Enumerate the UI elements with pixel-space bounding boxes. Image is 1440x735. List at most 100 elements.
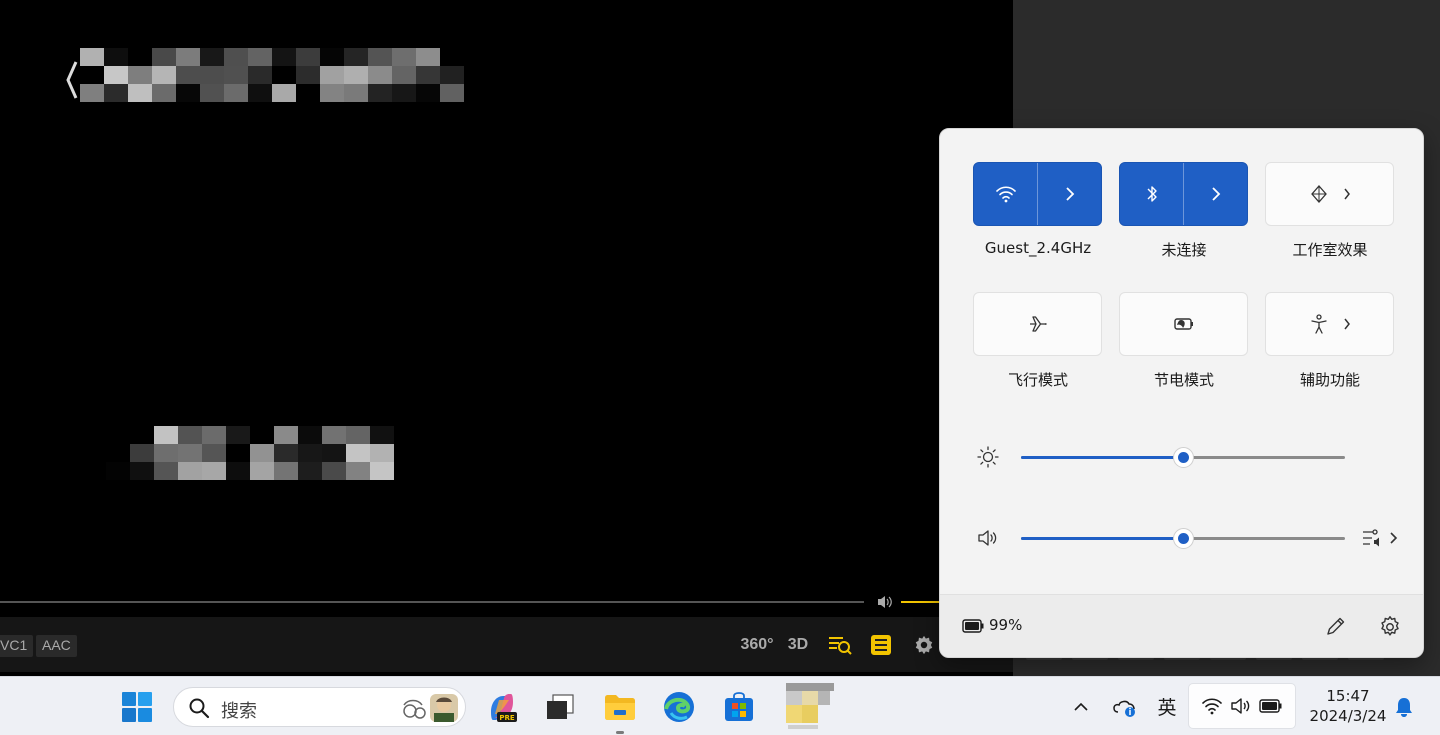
task-view-icon: [547, 693, 574, 719]
bluetooth-tile[interactable]: [1119, 162, 1248, 226]
wifi-icon: [995, 186, 1016, 203]
bluetooth-icon: [1147, 186, 1157, 202]
pencil-icon: [1327, 617, 1345, 635]
chevron-right-icon: [1343, 188, 1350, 200]
copilot-icon: PRE: [491, 693, 517, 722]
search-placeholder: 搜索: [221, 701, 257, 722]
airplane-mode-tile-label: 飞行模式: [1007, 371, 1068, 389]
start-button[interactable]: [118, 677, 156, 735]
pixelated-app-icon: [786, 682, 834, 729]
onedrive-tray-icon[interactable]: [1110, 677, 1140, 735]
search-icon: [189, 698, 210, 719]
vr-360-button[interactable]: 360°: [740, 630, 774, 660]
list-search-icon: [829, 637, 852, 655]
battery-saver-tile[interactable]: [1119, 292, 1248, 356]
chevron-right-icon: [1065, 187, 1074, 201]
svg-text:PRE: PRE: [499, 714, 515, 722]
tray-overflow-button[interactable]: [1068, 677, 1094, 735]
microsoft-store-app-icon[interactable]: [719, 677, 759, 735]
vr-360-label: 360°: [740, 636, 774, 653]
running-indicator: [616, 731, 624, 734]
store-bag-icon: [725, 691, 753, 721]
subtitle-search-button[interactable]: [825, 630, 855, 660]
windows-logo-icon: [122, 691, 152, 722]
wifi-toggle[interactable]: [974, 163, 1037, 225]
chevron-right-icon: [1343, 318, 1350, 330]
chevron-up-icon: [1074, 702, 1088, 711]
taskbar-search-box[interactable]: 搜索: [173, 687, 466, 727]
pinned-app-icon[interactable]: [780, 677, 840, 735]
bluetooth-expand-button[interactable]: [1183, 163, 1247, 225]
bell-icon: [1396, 697, 1412, 717]
player-controls-bar: [0, 617, 1013, 672]
copilot-app-icon[interactable]: PRE: [482, 677, 522, 735]
studio-effects-icon: [1310, 185, 1327, 203]
battery-icon: [1259, 699, 1282, 713]
audio-output-icon: [1363, 529, 1398, 547]
battery-saver-icon: [1173, 318, 1193, 330]
accessibility-tile-label: 辅助功能: [1299, 371, 1360, 389]
seek-bar[interactable]: [0, 601, 864, 603]
notifications-button[interactable]: [1390, 677, 1418, 735]
clock-date: 2024/3/24: [1309, 707, 1387, 725]
audio-output-button[interactable]: [1361, 523, 1401, 553]
speaker-icon: [1231, 698, 1250, 714]
chevron-right-icon: [1211, 187, 1220, 201]
brightness-slider-fill: [1021, 456, 1183, 459]
pixelated-subtitle: [106, 426, 394, 480]
clock-time: 15:47: [1326, 687, 1370, 705]
player-settings-button[interactable]: [912, 630, 936, 660]
quick-settings-flyout: Guest_2.4GHz 未连接 工作室效果 飞行模式 节电模式 辅助功能 99…: [939, 128, 1424, 658]
bluetooth-toggle[interactable]: [1120, 163, 1183, 225]
bluetooth-tile-label: 未连接: [1161, 241, 1207, 259]
pixelated-video-title: [80, 48, 464, 102]
accessibility-tile[interactable]: [1265, 292, 1394, 356]
airplane-mode-tile[interactable]: [973, 292, 1102, 356]
video-codec-badge: VC1: [0, 635, 34, 657]
accessibility-icon: [1310, 314, 1327, 334]
edge-app-icon[interactable]: [659, 677, 699, 735]
volume-slider-row: [970, 523, 1400, 553]
brightness-slider[interactable]: [1021, 447, 1345, 468]
taskbar-clock[interactable]: 15:47 2024/3/24: [1302, 686, 1394, 726]
taskview-app-icon[interactable]: [540, 677, 580, 735]
file-explorer-app-icon[interactable]: [600, 677, 640, 735]
volume-slider-thumb[interactable]: [1173, 528, 1194, 549]
battery-saver-tile-label: 节电模式: [1153, 371, 1214, 389]
speaker-icon[interactable]: [976, 527, 1000, 549]
player-volume-slider[interactable]: [901, 601, 941, 603]
3d-button[interactable]: 3D: [785, 630, 811, 660]
taskbar: 搜索 PRE 英 15:47 2024/3/24: [0, 676, 1440, 735]
wifi-tile[interactable]: [973, 162, 1102, 226]
3d-label: 3D: [787, 636, 809, 653]
cloud-info-icon: [1113, 700, 1135, 717]
folder-icon: [605, 694, 635, 720]
quick-settings-tray-button[interactable]: [1188, 683, 1296, 729]
playlist-button[interactable]: [870, 630, 892, 660]
search-highlight-icon[interactable]: [396, 691, 462, 725]
studio-effects-tile[interactable]: [1265, 162, 1394, 226]
back-chevron-icon[interactable]: [62, 58, 82, 102]
volume-slider[interactable]: [1021, 528, 1345, 549]
edge-browser-icon: [664, 691, 694, 722]
volume-slider-fill: [1021, 537, 1183, 540]
playlist-icon: [871, 635, 891, 655]
wifi-icon: [1201, 698, 1222, 715]
brightness-slider-row: [970, 442, 1400, 472]
battery-percent: 99%: [989, 616, 1023, 634]
battery-icon[interactable]: [962, 619, 984, 633]
wifi-expand-button[interactable]: [1037, 163, 1101, 225]
brightness-icon: [977, 446, 999, 468]
open-settings-button[interactable]: [1377, 614, 1403, 640]
audio-codec-badge: AAC: [36, 635, 77, 657]
wifi-tile-label: Guest_2.4GHz: [984, 239, 1092, 257]
ime-indicator[interactable]: 英: [1152, 677, 1182, 735]
quick-settings-footer: 99%: [940, 594, 1423, 657]
brightness-slider-thumb[interactable]: [1173, 447, 1194, 468]
player-volume-icon[interactable]: [876, 594, 894, 610]
airplane-icon: [1029, 316, 1047, 332]
gear-icon: [915, 635, 933, 655]
gear-icon: [1381, 616, 1399, 636]
edit-quick-settings-button[interactable]: [1322, 614, 1348, 640]
studio-effects-tile-label: 工作室效果: [1292, 241, 1368, 259]
